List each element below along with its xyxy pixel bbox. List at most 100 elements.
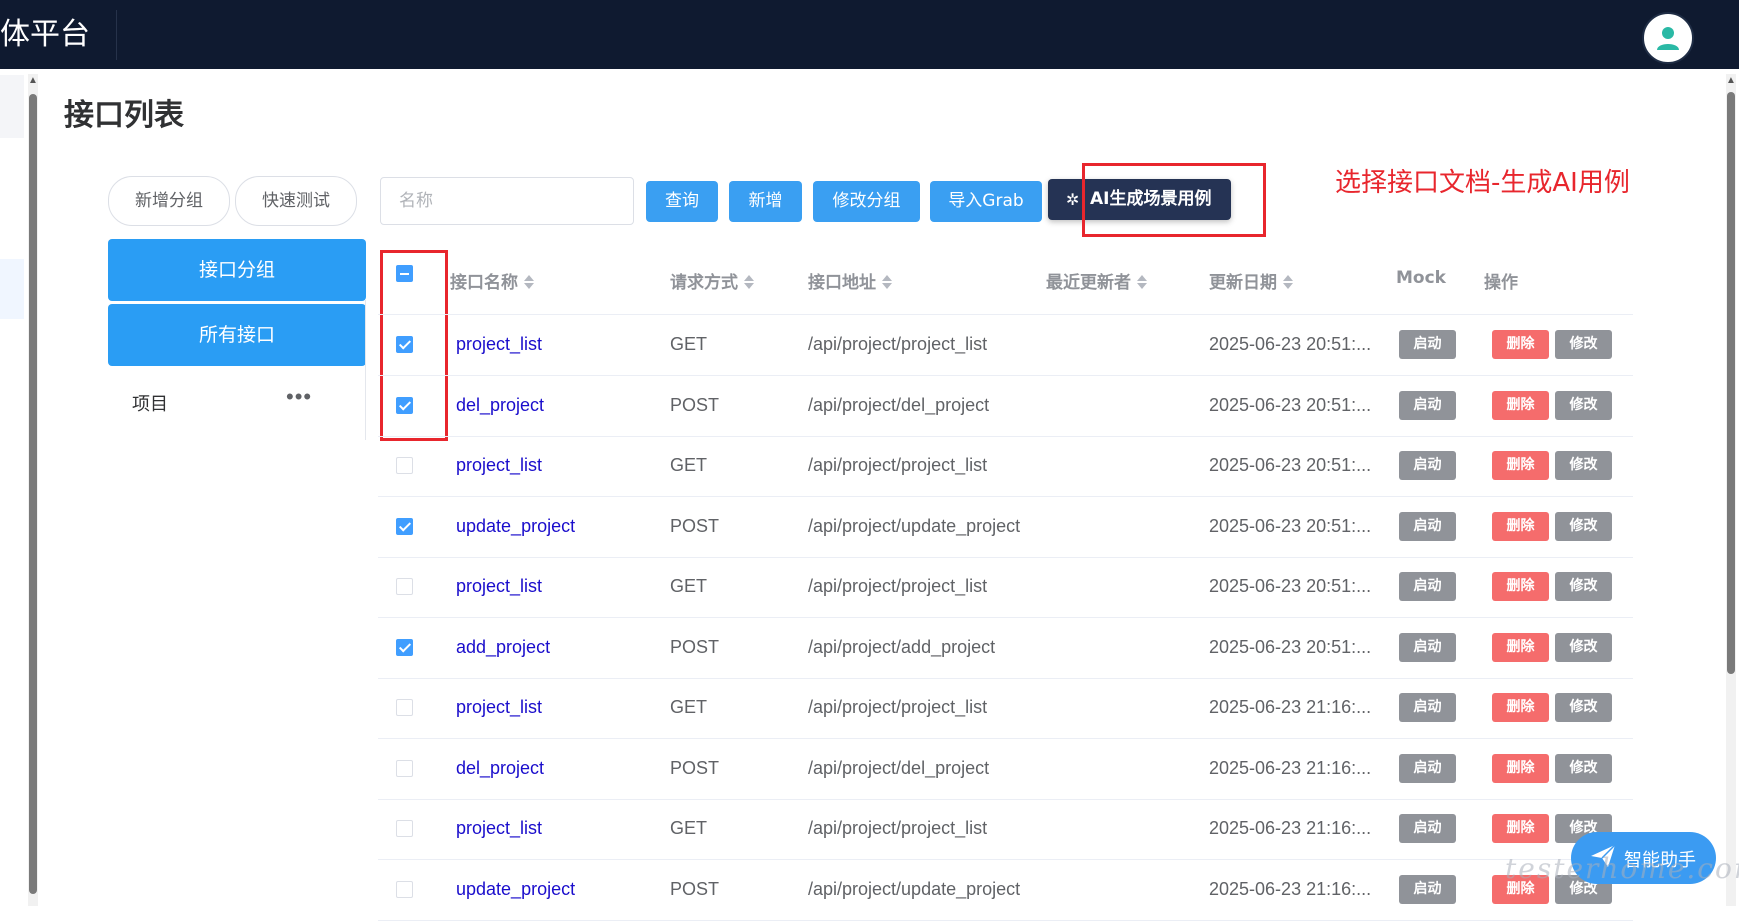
all-apis-tab[interactable]: 所有接口 bbox=[108, 304, 366, 366]
request-method: GET bbox=[670, 697, 708, 717]
table-row: update_project POST/api/project/update_pr… bbox=[378, 860, 1633, 921]
col-date-label: 更新日期 bbox=[1209, 273, 1277, 293]
delete-button[interactable]: 删除 bbox=[1492, 632, 1549, 662]
api-name-link[interactable]: project_list bbox=[456, 455, 542, 476]
request-method: POST bbox=[670, 878, 720, 899]
edit-group-button[interactable]: 修改分组 bbox=[813, 181, 920, 222]
user-icon bbox=[1657, 27, 1679, 50]
api-path: /api/project/update_project bbox=[808, 515, 1021, 536]
delete-button[interactable]: 删除 bbox=[1492, 330, 1549, 359]
row-checkbox[interactable] bbox=[396, 517, 413, 535]
mock-start-button[interactable]: 启动 bbox=[1399, 451, 1456, 480]
mock-start-button[interactable]: 启动 bbox=[1399, 632, 1456, 662]
row-checkbox[interactable] bbox=[396, 638, 413, 656]
api-path: /api/project/project_list bbox=[808, 818, 988, 838]
api-name-link[interactable]: project_list bbox=[456, 818, 542, 839]
sort-icon[interactable] bbox=[1137, 274, 1147, 290]
row-checkbox[interactable] bbox=[396, 578, 413, 595]
left-scrollbar[interactable]: ▲ bbox=[28, 74, 38, 906]
delete-button[interactable]: 删除 bbox=[1492, 390, 1549, 420]
edit-button[interactable]: 修改 bbox=[1555, 753, 1612, 783]
row-checkbox[interactable] bbox=[396, 336, 413, 353]
update-date: 2025-06-23 21:16:... bbox=[1209, 697, 1372, 717]
delete-button[interactable]: 删除 bbox=[1492, 511, 1549, 541]
delete-button[interactable]: 删除 bbox=[1492, 572, 1549, 601]
add-group-button[interactable]: 新增分组 bbox=[108, 176, 230, 226]
col-updater-header[interactable]: 最近更新者 bbox=[1046, 268, 1147, 293]
app-brand: 体平台 bbox=[0, 10, 117, 60]
more-icon[interactable]: ••• bbox=[286, 384, 312, 410]
api-name-link[interactable]: del_project bbox=[456, 758, 544, 779]
user-avatar[interactable] bbox=[1642, 12, 1694, 64]
request-method: GET bbox=[670, 576, 708, 596]
col-date-header[interactable]: 更新日期 bbox=[1209, 268, 1293, 293]
api-name-link[interactable]: update_project bbox=[456, 516, 575, 537]
update-date: 2025-06-23 20:51:... bbox=[1209, 636, 1372, 657]
update-date: 2025-06-23 20:51:... bbox=[1209, 515, 1372, 536]
api-name-link[interactable]: project_list bbox=[456, 576, 542, 597]
edit-button[interactable]: 修改 bbox=[1555, 693, 1612, 722]
delete-button[interactable]: 删除 bbox=[1492, 814, 1549, 843]
tree-item-project[interactable]: 项目 ••• bbox=[108, 380, 366, 424]
api-name-link[interactable]: update_project bbox=[456, 879, 575, 900]
edit-button[interactable]: 修改 bbox=[1555, 390, 1612, 420]
row-checkbox[interactable] bbox=[396, 396, 413, 414]
sort-icon[interactable] bbox=[882, 274, 892, 290]
right-scrollbar[interactable]: ▲ bbox=[1726, 74, 1736, 906]
row-checkbox[interactable] bbox=[396, 457, 413, 474]
col-path-header[interactable]: 接口地址 bbox=[808, 268, 892, 293]
collapsed-sidebar bbox=[0, 69, 26, 906]
edit-button[interactable]: 修改 bbox=[1555, 572, 1612, 601]
request-method: GET bbox=[670, 818, 708, 838]
row-checkbox[interactable] bbox=[396, 880, 413, 898]
request-method: POST bbox=[670, 757, 720, 778]
query-button[interactable]: 查询 bbox=[646, 181, 718, 222]
scroll-up-icon[interactable]: ▲ bbox=[1726, 74, 1736, 88]
select-all-checkbox[interactable] bbox=[396, 265, 413, 282]
add-button[interactable]: 新增 bbox=[729, 181, 802, 222]
mock-start-button[interactable]: 启动 bbox=[1399, 330, 1456, 359]
api-name-link[interactable]: add_project bbox=[456, 637, 550, 658]
group-tab[interactable]: 接口分组 bbox=[108, 239, 366, 301]
scroll-thumb[interactable] bbox=[1727, 92, 1735, 674]
mock-start-button[interactable]: 启动 bbox=[1399, 572, 1456, 601]
quick-test-button[interactable]: 快速测试 bbox=[235, 176, 357, 226]
api-name-link[interactable]: project_list bbox=[456, 334, 542, 355]
sort-icon[interactable] bbox=[524, 274, 534, 290]
table-row: project_list GET/api/project/project_list… bbox=[378, 678, 1633, 739]
table-row: update_project POST/api/project/update_pr… bbox=[378, 497, 1633, 558]
col-mock-header: Mock bbox=[1396, 268, 1446, 288]
col-method-header[interactable]: 请求方式 bbox=[670, 268, 754, 293]
edit-button[interactable]: 修改 bbox=[1555, 632, 1612, 662]
sort-icon[interactable] bbox=[1283, 274, 1293, 290]
api-name-link[interactable]: project_list bbox=[456, 697, 542, 718]
scroll-up-icon[interactable]: ▲ bbox=[28, 74, 38, 88]
api-path: /api/project/project_list bbox=[808, 697, 988, 717]
update-date: 2025-06-23 21:16:... bbox=[1209, 818, 1372, 838]
api-name-link[interactable]: del_project bbox=[456, 395, 544, 416]
annotation-box-ai-button bbox=[1082, 163, 1266, 237]
mock-start-button[interactable]: 启动 bbox=[1399, 693, 1456, 722]
col-name-header[interactable]: 接口名称 bbox=[450, 268, 534, 293]
col-ops-header: 操作 bbox=[1484, 273, 1518, 293]
mock-start-button[interactable]: 启动 bbox=[1399, 753, 1456, 783]
edit-button[interactable]: 修改 bbox=[1555, 330, 1612, 359]
delete-button[interactable]: 删除 bbox=[1492, 753, 1549, 783]
row-checkbox[interactable] bbox=[396, 820, 413, 837]
row-checkbox[interactable] bbox=[396, 759, 413, 777]
edit-button[interactable]: 修改 bbox=[1555, 451, 1612, 480]
mock-start-button[interactable]: 启动 bbox=[1399, 814, 1456, 843]
delete-button[interactable]: 删除 bbox=[1492, 693, 1549, 722]
request-method: POST bbox=[670, 515, 720, 536]
row-checkbox[interactable] bbox=[396, 699, 413, 716]
sort-icon[interactable] bbox=[744, 274, 754, 290]
mock-start-button[interactable]: 启动 bbox=[1399, 874, 1456, 904]
edit-button[interactable]: 修改 bbox=[1555, 511, 1612, 541]
api-path: /api/project/project_list bbox=[808, 334, 988, 354]
delete-button[interactable]: 删除 bbox=[1492, 451, 1549, 480]
import-grab-button[interactable]: 导入Grab bbox=[930, 181, 1042, 222]
mock-start-button[interactable]: 启动 bbox=[1399, 390, 1456, 420]
scroll-thumb[interactable] bbox=[29, 94, 37, 894]
search-input[interactable] bbox=[380, 177, 634, 225]
mock-start-button[interactable]: 启动 bbox=[1399, 511, 1456, 541]
